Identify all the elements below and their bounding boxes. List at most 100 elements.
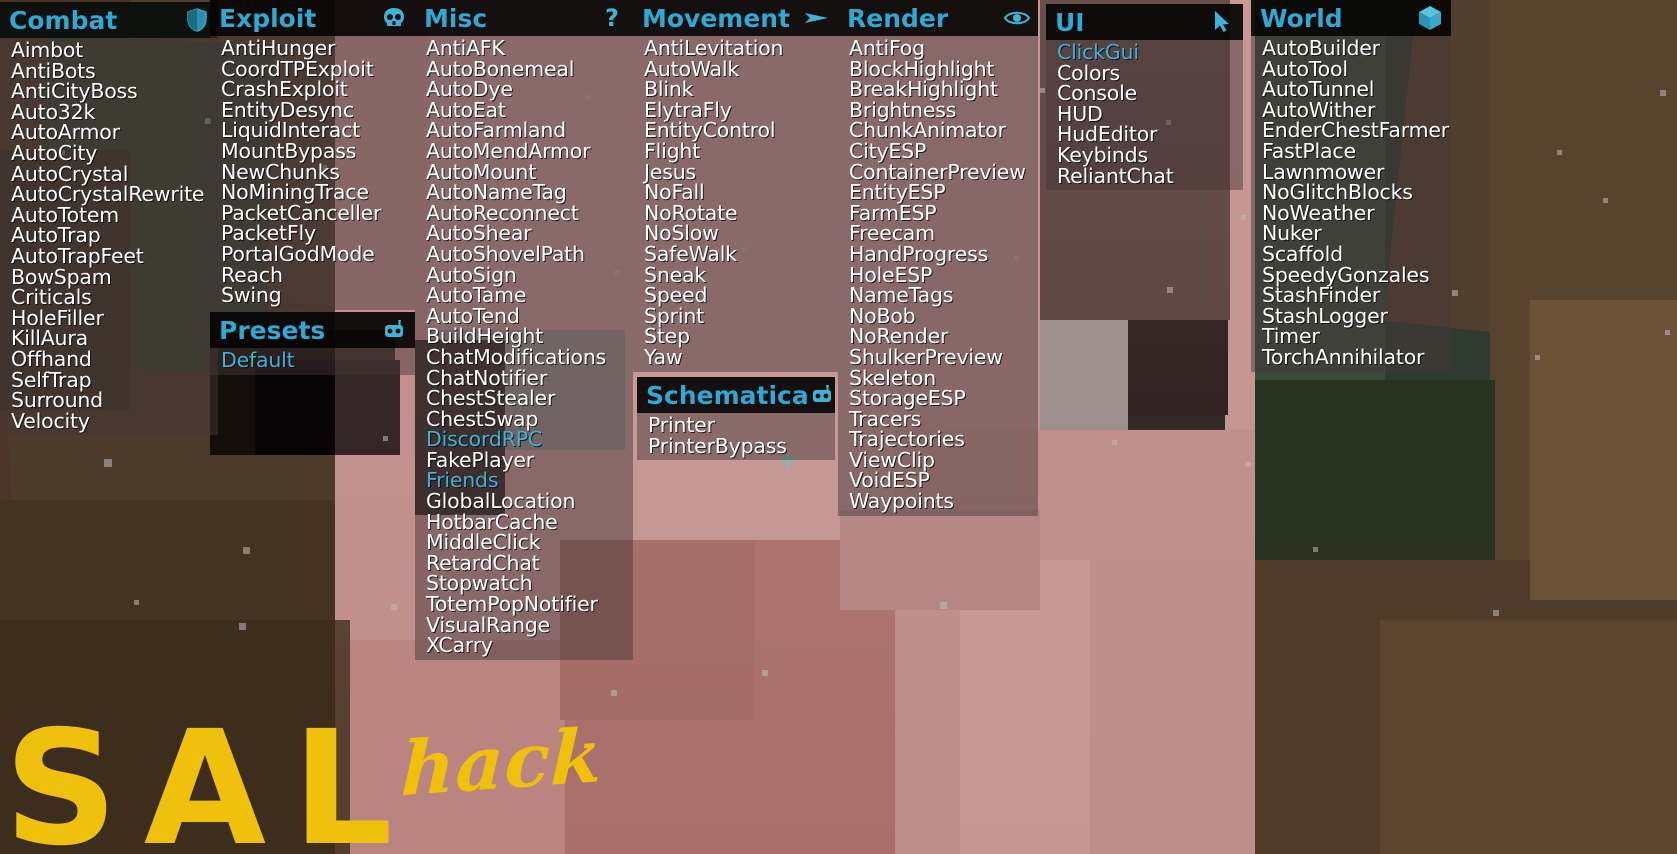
module-hotbarcache[interactable]: HotbarCache bbox=[415, 512, 633, 533]
panel-header-movement[interactable]: Movement bbox=[633, 0, 838, 36]
module-autoshovelpath[interactable]: AutoShovelPath bbox=[415, 244, 633, 265]
module-autofarmland[interactable]: AutoFarmland bbox=[415, 120, 633, 141]
module-tracers[interactable]: Tracers bbox=[838, 409, 1038, 430]
panel-render[interactable]: Render AntiFog BlockHighlight BreakHighligh… bbox=[838, 0, 1038, 516]
module-skeleton[interactable]: Skeleton bbox=[838, 367, 1038, 389]
module-selftrap[interactable]: SelfTrap bbox=[0, 369, 218, 391]
module-discordrpc[interactable]: DiscordRPC bbox=[415, 429, 633, 450]
module-chestswap[interactable]: ChestSwap bbox=[415, 409, 633, 430]
module-antilevitation[interactable]: AntiLevitation bbox=[633, 38, 838, 59]
module-coordtpexploit[interactable]: CoordTPExploit bbox=[210, 58, 415, 80]
eye-icon[interactable] bbox=[1004, 5, 1030, 31]
panel-misc[interactable]: Misc? AntiAFK AutoBonemeal AutoDye AutoEat Au… bbox=[415, 0, 633, 660]
module-enderchestfarmer[interactable]: EnderChestFarmer bbox=[1251, 120, 1451, 141]
module-waypoints[interactable]: Waypoints bbox=[838, 491, 1038, 512]
module-autobuilder[interactable]: AutoBuilder bbox=[1251, 38, 1451, 59]
module-automendarmor[interactable]: AutoMendArmor bbox=[415, 141, 633, 162]
module-breakhighlight[interactable]: BreakHighlight bbox=[838, 79, 1038, 100]
module-globallocation[interactable]: GlobalLocation bbox=[415, 491, 633, 512]
module-step[interactable]: Step bbox=[633, 326, 838, 347]
module-autotend[interactable]: AutoTend bbox=[415, 306, 633, 327]
module-liquidinteract[interactable]: LiquidInteract bbox=[210, 120, 415, 141]
panel-header-render[interactable]: Render bbox=[838, 0, 1038, 36]
module-autobonemeal[interactable]: AutoBonemeal bbox=[415, 58, 633, 80]
module-autonametag[interactable]: AutoNameTag bbox=[415, 182, 633, 203]
module-holefiller[interactable]: HoleFiller bbox=[0, 308, 218, 329]
module-autotame[interactable]: AutoTame bbox=[415, 285, 633, 306]
module-voidesp[interactable]: VoidESP bbox=[838, 470, 1038, 491]
panel-exploit[interactable]: Exploit AntiHunger CoordTPExploit CrashExpl… bbox=[210, 0, 415, 310]
module-default[interactable]: Default bbox=[210, 350, 415, 371]
module-stashlogger[interactable]: StashLogger bbox=[1251, 306, 1451, 327]
cursor-icon[interactable] bbox=[1209, 9, 1235, 35]
module-killaura[interactable]: KillAura bbox=[0, 328, 218, 349]
module-antihunger[interactable]: AntiHunger bbox=[210, 38, 415, 59]
module-swing[interactable]: Swing bbox=[210, 285, 415, 306]
module-nominingtrace[interactable]: NoMiningTrace bbox=[210, 182, 415, 203]
module-friends[interactable]: Friends bbox=[415, 470, 633, 491]
module-norender[interactable]: NoRender bbox=[838, 326, 1038, 347]
module-reliantchat[interactable]: ReliantChat bbox=[1046, 165, 1243, 187]
module-norotate[interactable]: NoRotate bbox=[633, 203, 838, 224]
module-autoeat[interactable]: AutoEat bbox=[415, 100, 633, 121]
module-cheststealer[interactable]: ChestStealer bbox=[415, 388, 633, 409]
module-console[interactable]: Console bbox=[1046, 83, 1243, 104]
module-storageesp[interactable]: StorageESP bbox=[838, 388, 1038, 409]
module-autocrystal[interactable]: AutoCrystal bbox=[0, 163, 218, 185]
module-handprogress[interactable]: HandProgress bbox=[838, 244, 1038, 265]
module-cityesp[interactable]: CityESP bbox=[838, 141, 1038, 162]
module-autoshear[interactable]: AutoShear bbox=[415, 223, 633, 244]
panel-combat[interactable]: Combat Aimbot AntiBots AntiCityBoss Auto32k A… bbox=[0, 2, 218, 436]
module-middleclick[interactable]: MiddleClick bbox=[415, 532, 633, 553]
module-packetcanceller[interactable]: PacketCanceller bbox=[210, 203, 415, 224]
panel-presets[interactable]: Presets Default bbox=[210, 312, 415, 375]
module-crashexploit[interactable]: CrashExploit bbox=[210, 79, 415, 100]
module-containerpreview[interactable]: ContainerPreview bbox=[838, 161, 1038, 183]
module-torchannihilator[interactable]: TorchAnnihilator bbox=[1251, 347, 1451, 368]
module-auto32k[interactable]: Auto32k bbox=[0, 102, 218, 123]
module-newchunks[interactable]: NewChunks bbox=[210, 161, 415, 183]
module-buildheight[interactable]: BuildHeight bbox=[415, 326, 633, 347]
module-autocity[interactable]: AutoCity bbox=[0, 143, 218, 164]
module-offhand[interactable]: Offhand bbox=[0, 349, 218, 370]
panel-header-combat[interactable]: Combat bbox=[0, 2, 218, 38]
module-flight[interactable]: Flight bbox=[633, 141, 838, 162]
panel-header-misc[interactable]: Misc? bbox=[415, 0, 633, 36]
shield-icon[interactable] bbox=[184, 7, 210, 33]
module-farmesp[interactable]: FarmESP bbox=[838, 203, 1038, 224]
module-autotrapfeet[interactable]: AutoTrapFeet bbox=[0, 246, 218, 267]
module-reach[interactable]: Reach bbox=[210, 264, 415, 286]
robot-icon[interactable] bbox=[381, 317, 407, 343]
module-xcarry[interactable]: XCarry bbox=[415, 635, 633, 656]
module-keybinds[interactable]: Keybinds bbox=[1046, 145, 1243, 166]
module-fastplace[interactable]: FastPlace bbox=[1251, 141, 1451, 162]
module-autodye[interactable]: AutoDye bbox=[415, 79, 633, 100]
module-retardchat[interactable]: RetardChat bbox=[415, 553, 633, 574]
module-hudeditor[interactable]: HudEditor bbox=[1046, 124, 1243, 145]
panel-schematica[interactable]: Schematica Printer PrinterBypass bbox=[637, 377, 835, 461]
module-antifog[interactable]: AntiFog bbox=[838, 38, 1038, 59]
module-mountbypass[interactable]: MountBypass bbox=[210, 141, 415, 162]
module-autoarmor[interactable]: AutoArmor bbox=[0, 122, 218, 143]
module-autototem[interactable]: AutoTotem bbox=[0, 205, 218, 226]
module-antiafk[interactable]: AntiAFK bbox=[415, 38, 633, 59]
module-bowspam[interactable]: BowSpam bbox=[0, 266, 218, 288]
module-nuker[interactable]: Nuker bbox=[1251, 223, 1451, 244]
module-noglitchblocks[interactable]: NoGlitchBlocks bbox=[1251, 182, 1451, 203]
question-icon[interactable]: ? bbox=[599, 4, 625, 32]
module-fakeplayer[interactable]: FakePlayer bbox=[415, 450, 633, 471]
module-safewalk[interactable]: SafeWalk bbox=[633, 244, 838, 265]
module-autotrap[interactable]: AutoTrap bbox=[0, 225, 218, 246]
module-stashfinder[interactable]: StashFinder bbox=[1251, 285, 1451, 306]
module-entityesp[interactable]: EntityESP bbox=[838, 182, 1038, 203]
panel-header-presets[interactable]: Presets bbox=[210, 312, 415, 348]
module-sprint[interactable]: Sprint bbox=[633, 306, 838, 327]
module-autosign[interactable]: AutoSign bbox=[415, 264, 633, 286]
module-scaffold[interactable]: Scaffold bbox=[1251, 244, 1451, 265]
module-portalgodmode[interactable]: PortalGodMode bbox=[210, 244, 415, 265]
module-clickgui[interactable]: ClickGui bbox=[1046, 42, 1243, 63]
panel-header-world[interactable]: World bbox=[1251, 0, 1451, 36]
module-anticityboss[interactable]: AntiCityBoss bbox=[0, 81, 218, 102]
module-colors[interactable]: Colors bbox=[1046, 62, 1243, 84]
panel-movement[interactable]: Movement AntiLevitation AutoWalk Blink Elytr… bbox=[633, 0, 838, 372]
